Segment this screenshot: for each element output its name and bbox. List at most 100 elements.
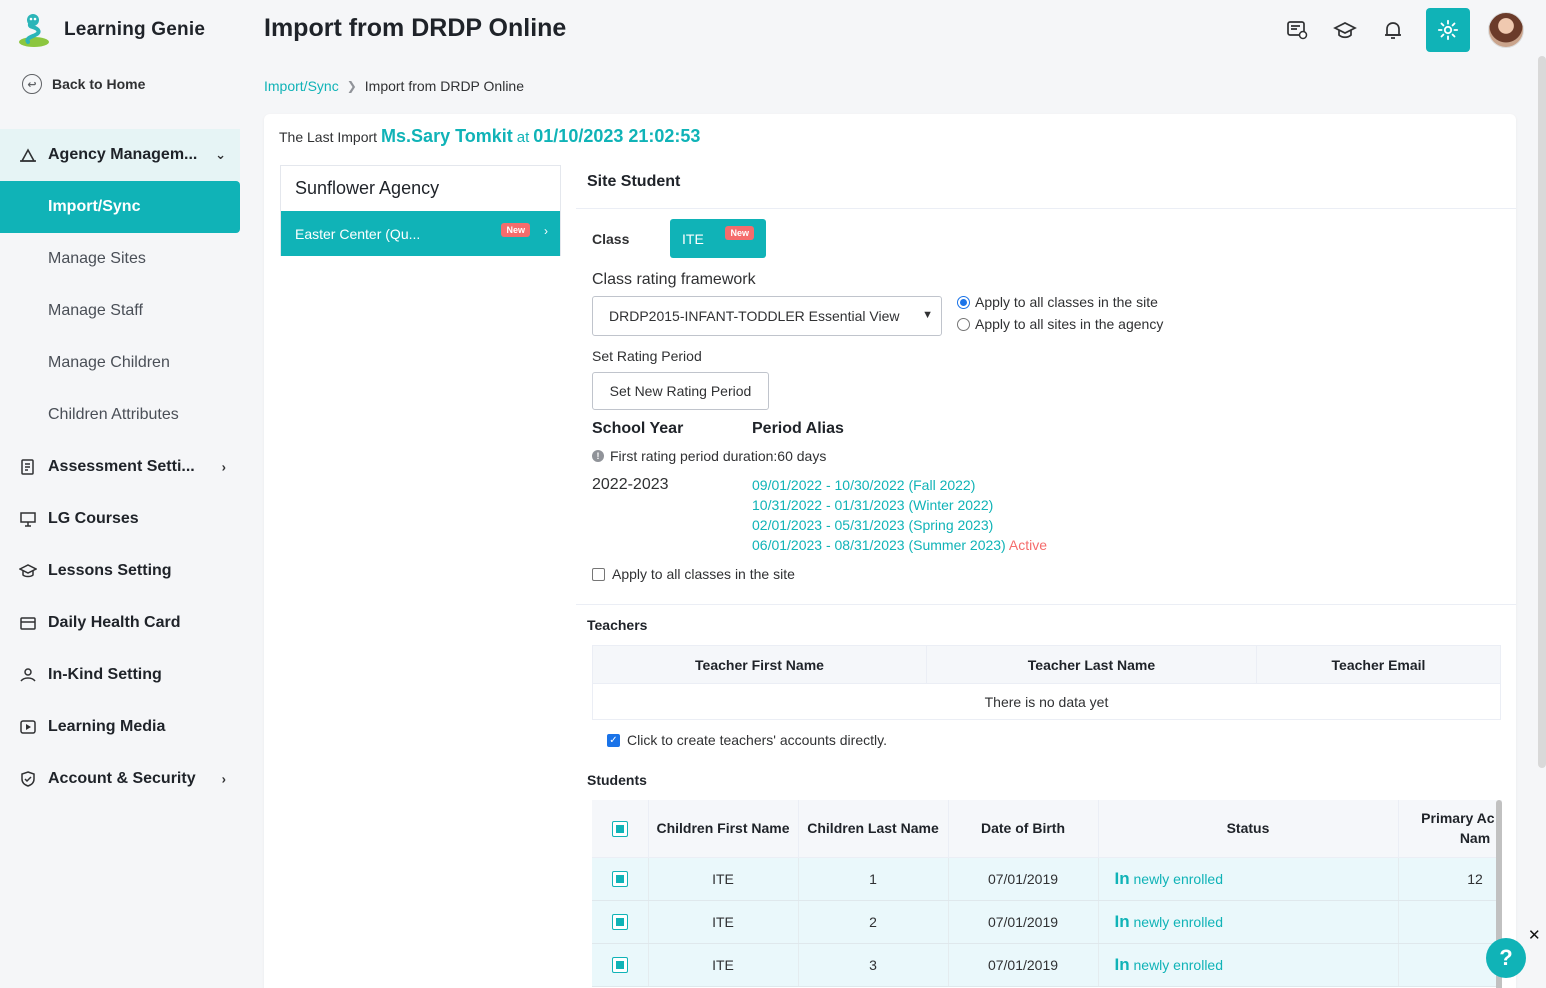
cell-primary-account: 12 [1398, 857, 1502, 901]
column-children-first-name[interactable]: Children First Name [648, 800, 799, 858]
table-row[interactable]: ITE 3 07/01/2019 In newly enrolled [592, 943, 1502, 987]
select-all-checkbox[interactable] [611, 821, 628, 838]
column-children-last-name[interactable]: Children Last Name [798, 800, 949, 858]
framework-select[interactable]: DRDP2015-INFANT-TODDLER Essential View ▼ [592, 296, 942, 336]
cell-status: In newly enrolled [1098, 900, 1399, 944]
new-badge: New [725, 226, 754, 240]
class-label: Class [592, 231, 630, 247]
settings-button[interactable] [1426, 8, 1470, 52]
sidebar-item-in-kind-setting[interactable]: In-Kind Setting [0, 649, 240, 701]
graduation-cap-icon[interactable] [1330, 15, 1360, 45]
class-name: ITE [682, 230, 704, 247]
site-item-easter-center[interactable]: Easter Center (Qu... New › [281, 211, 560, 256]
row-checkbox[interactable] [611, 957, 628, 973]
radio-apply-agency[interactable]: Apply to all sites in the agency [957, 316, 1163, 332]
status-in: In [1114, 868, 1130, 888]
cell-dob: 07/01/2019 [948, 900, 1099, 944]
cell-last-name: 2 [798, 900, 949, 944]
sidebar-item-children-attributes[interactable]: Children Attributes [0, 389, 240, 441]
agency-icon [18, 145, 38, 165]
column-date-of-birth[interactable]: Date of Birth [948, 800, 1099, 858]
sidebar-item-label: Lessons Setting [48, 562, 172, 579]
sidebar-item-agency-management[interactable]: Agency Managem... ⌄ [0, 129, 240, 181]
sidebar: Learning Genie ↩ Back to Home Agency Man… [0, 0, 240, 988]
sidebar-item-manage-children[interactable]: Manage Children [0, 337, 240, 389]
row-select-cell [592, 900, 649, 944]
framework-value: DRDP2015-INFANT-TODDLER Essential View [609, 308, 900, 324]
column-teacher-last-name[interactable]: Teacher Last Name [925, 645, 1257, 684]
learning-genie-logo-icon [19, 14, 49, 47]
radio-selected[interactable] [957, 295, 970, 309]
cell-first-name: ITE [648, 943, 799, 987]
row-checkbox[interactable] [611, 914, 628, 930]
back-to-home-button[interactable]: ↩ Back to Home [22, 74, 145, 94]
agency-name[interactable]: Sunflower Agency [281, 166, 560, 211]
period-item[interactable]: 09/01/2022 - 10/30/2022 (Fall 2022) [752, 475, 1047, 495]
sidebar-item-manage-staff[interactable]: Manage Staff [0, 285, 240, 337]
presentation-icon [18, 509, 38, 529]
sidebar-item-label: Learning Media [48, 718, 166, 735]
page-scrollbar[interactable] [1538, 56, 1546, 768]
period-item-active[interactable]: 06/01/2023 - 08/31/2023 (Summer 2023) Ac… [752, 535, 1047, 555]
last-import-prefix: The Last Import [279, 129, 378, 145]
help-button[interactable]: ? [1486, 938, 1526, 978]
row-checkbox[interactable] [611, 871, 628, 887]
hand-heart-icon [18, 665, 38, 685]
sidebar-item-daily-health-card[interactable]: Daily Health Card [0, 597, 240, 649]
back-to-home-label: Back to Home [52, 76, 146, 92]
set-new-rating-period-button[interactable]: Set New Rating Period [592, 372, 769, 410]
cell-first-name: ITE [648, 900, 799, 944]
radio-apply-site[interactable]: Apply to all classes in the site [957, 294, 1158, 310]
sidebar-item-lg-courses[interactable]: LG Courses [0, 493, 240, 545]
table-row[interactable]: ITE 2 07/01/2019 In newly enrolled [592, 900, 1502, 944]
breadcrumb-import-sync-link[interactable]: Import/Sync [264, 78, 339, 94]
chevron-right-icon: › [544, 224, 548, 238]
sidebar-item-manage-sites[interactable]: Manage Sites [0, 233, 240, 285]
table-row[interactable]: ITE 1 07/01/2019 In newly enrolled 12 [592, 857, 1502, 901]
rating-period-label: Set Rating Period [592, 348, 702, 364]
import-card: The Last Import Ms.Sary Tomkit at 01/10/2… [264, 114, 1516, 988]
period-item[interactable]: 02/01/2023 - 05/31/2023 (Spring 2023) [752, 515, 1047, 535]
breadcrumb: Import/Sync ❯ Import from DRDP Online [264, 78, 524, 94]
apply-all-classes-checkbox-row[interactable]: Apply to all classes in the site [592, 566, 795, 582]
select-all-cell [592, 800, 649, 858]
brand[interactable]: Learning Genie [16, 12, 205, 48]
message-icon[interactable] [1282, 15, 1312, 45]
sidebar-item-account-security[interactable]: Account & Security › [0, 753, 240, 805]
cell-status: In newly enrolled [1098, 943, 1399, 987]
cell-status: In newly enrolled [1098, 857, 1399, 901]
sidebar-item-lessons-setting[interactable]: Lessons Setting [0, 545, 240, 597]
close-icon[interactable]: ✕ [1528, 926, 1541, 944]
students-table: Children First Name Children Last Name D… [592, 800, 1502, 987]
period-list: 09/01/2022 - 10/30/2022 (Fall 2022) 10/3… [752, 475, 1047, 555]
bell-icon[interactable] [1378, 15, 1408, 45]
create-accounts-checkbox-row[interactable]: ✓ Click to create teachers' accounts dir… [607, 732, 887, 748]
radio-label: Apply to all sites in the agency [975, 316, 1164, 332]
sidebar-item-label: Agency Managem... [48, 146, 198, 163]
column-teacher-email[interactable]: Teacher Email [1255, 645, 1502, 684]
students-title: Students [587, 772, 647, 788]
cell-last-name: 1 [798, 857, 949, 901]
chevron-down-icon: ⌄ [215, 147, 226, 162]
breadcrumb-current: Import from DRDP Online [364, 78, 524, 94]
period-label: 06/01/2023 - 08/31/2023 (Summer 2023) [752, 537, 1006, 553]
column-teacher-first-name[interactable]: Teacher First Name [592, 645, 927, 684]
create-accounts-checkbox[interactable]: ✓ [607, 733, 620, 747]
sidebar-item-assessment-setting[interactable]: Assessment Setti... › [0, 441, 240, 493]
sidebar-item-learning-media[interactable]: Learning Media [0, 701, 240, 753]
sidebar-item-import-sync[interactable]: Import/Sync [0, 181, 240, 233]
period-item[interactable]: 10/31/2022 - 01/31/2023 (Winter 2022) [752, 495, 1047, 515]
last-import-at: at [516, 129, 530, 146]
students-table-container[interactable]: Children First Name Children Last Name D… [592, 800, 1502, 988]
column-status[interactable]: Status [1098, 800, 1399, 858]
play-icon [18, 717, 38, 737]
radio-unselected[interactable] [957, 317, 970, 331]
graduation-cap-icon [18, 561, 38, 581]
apply-all-classes-checkbox[interactable] [592, 567, 605, 581]
column-primary-account-first-name[interactable]: Primary Ac First Nam [1398, 800, 1502, 858]
chevron-right-icon: › [221, 771, 226, 787]
divider [576, 208, 1516, 209]
avatar[interactable] [1488, 12, 1524, 48]
class-button-ite[interactable]: ITE New [670, 219, 766, 258]
divider [576, 604, 1516, 605]
